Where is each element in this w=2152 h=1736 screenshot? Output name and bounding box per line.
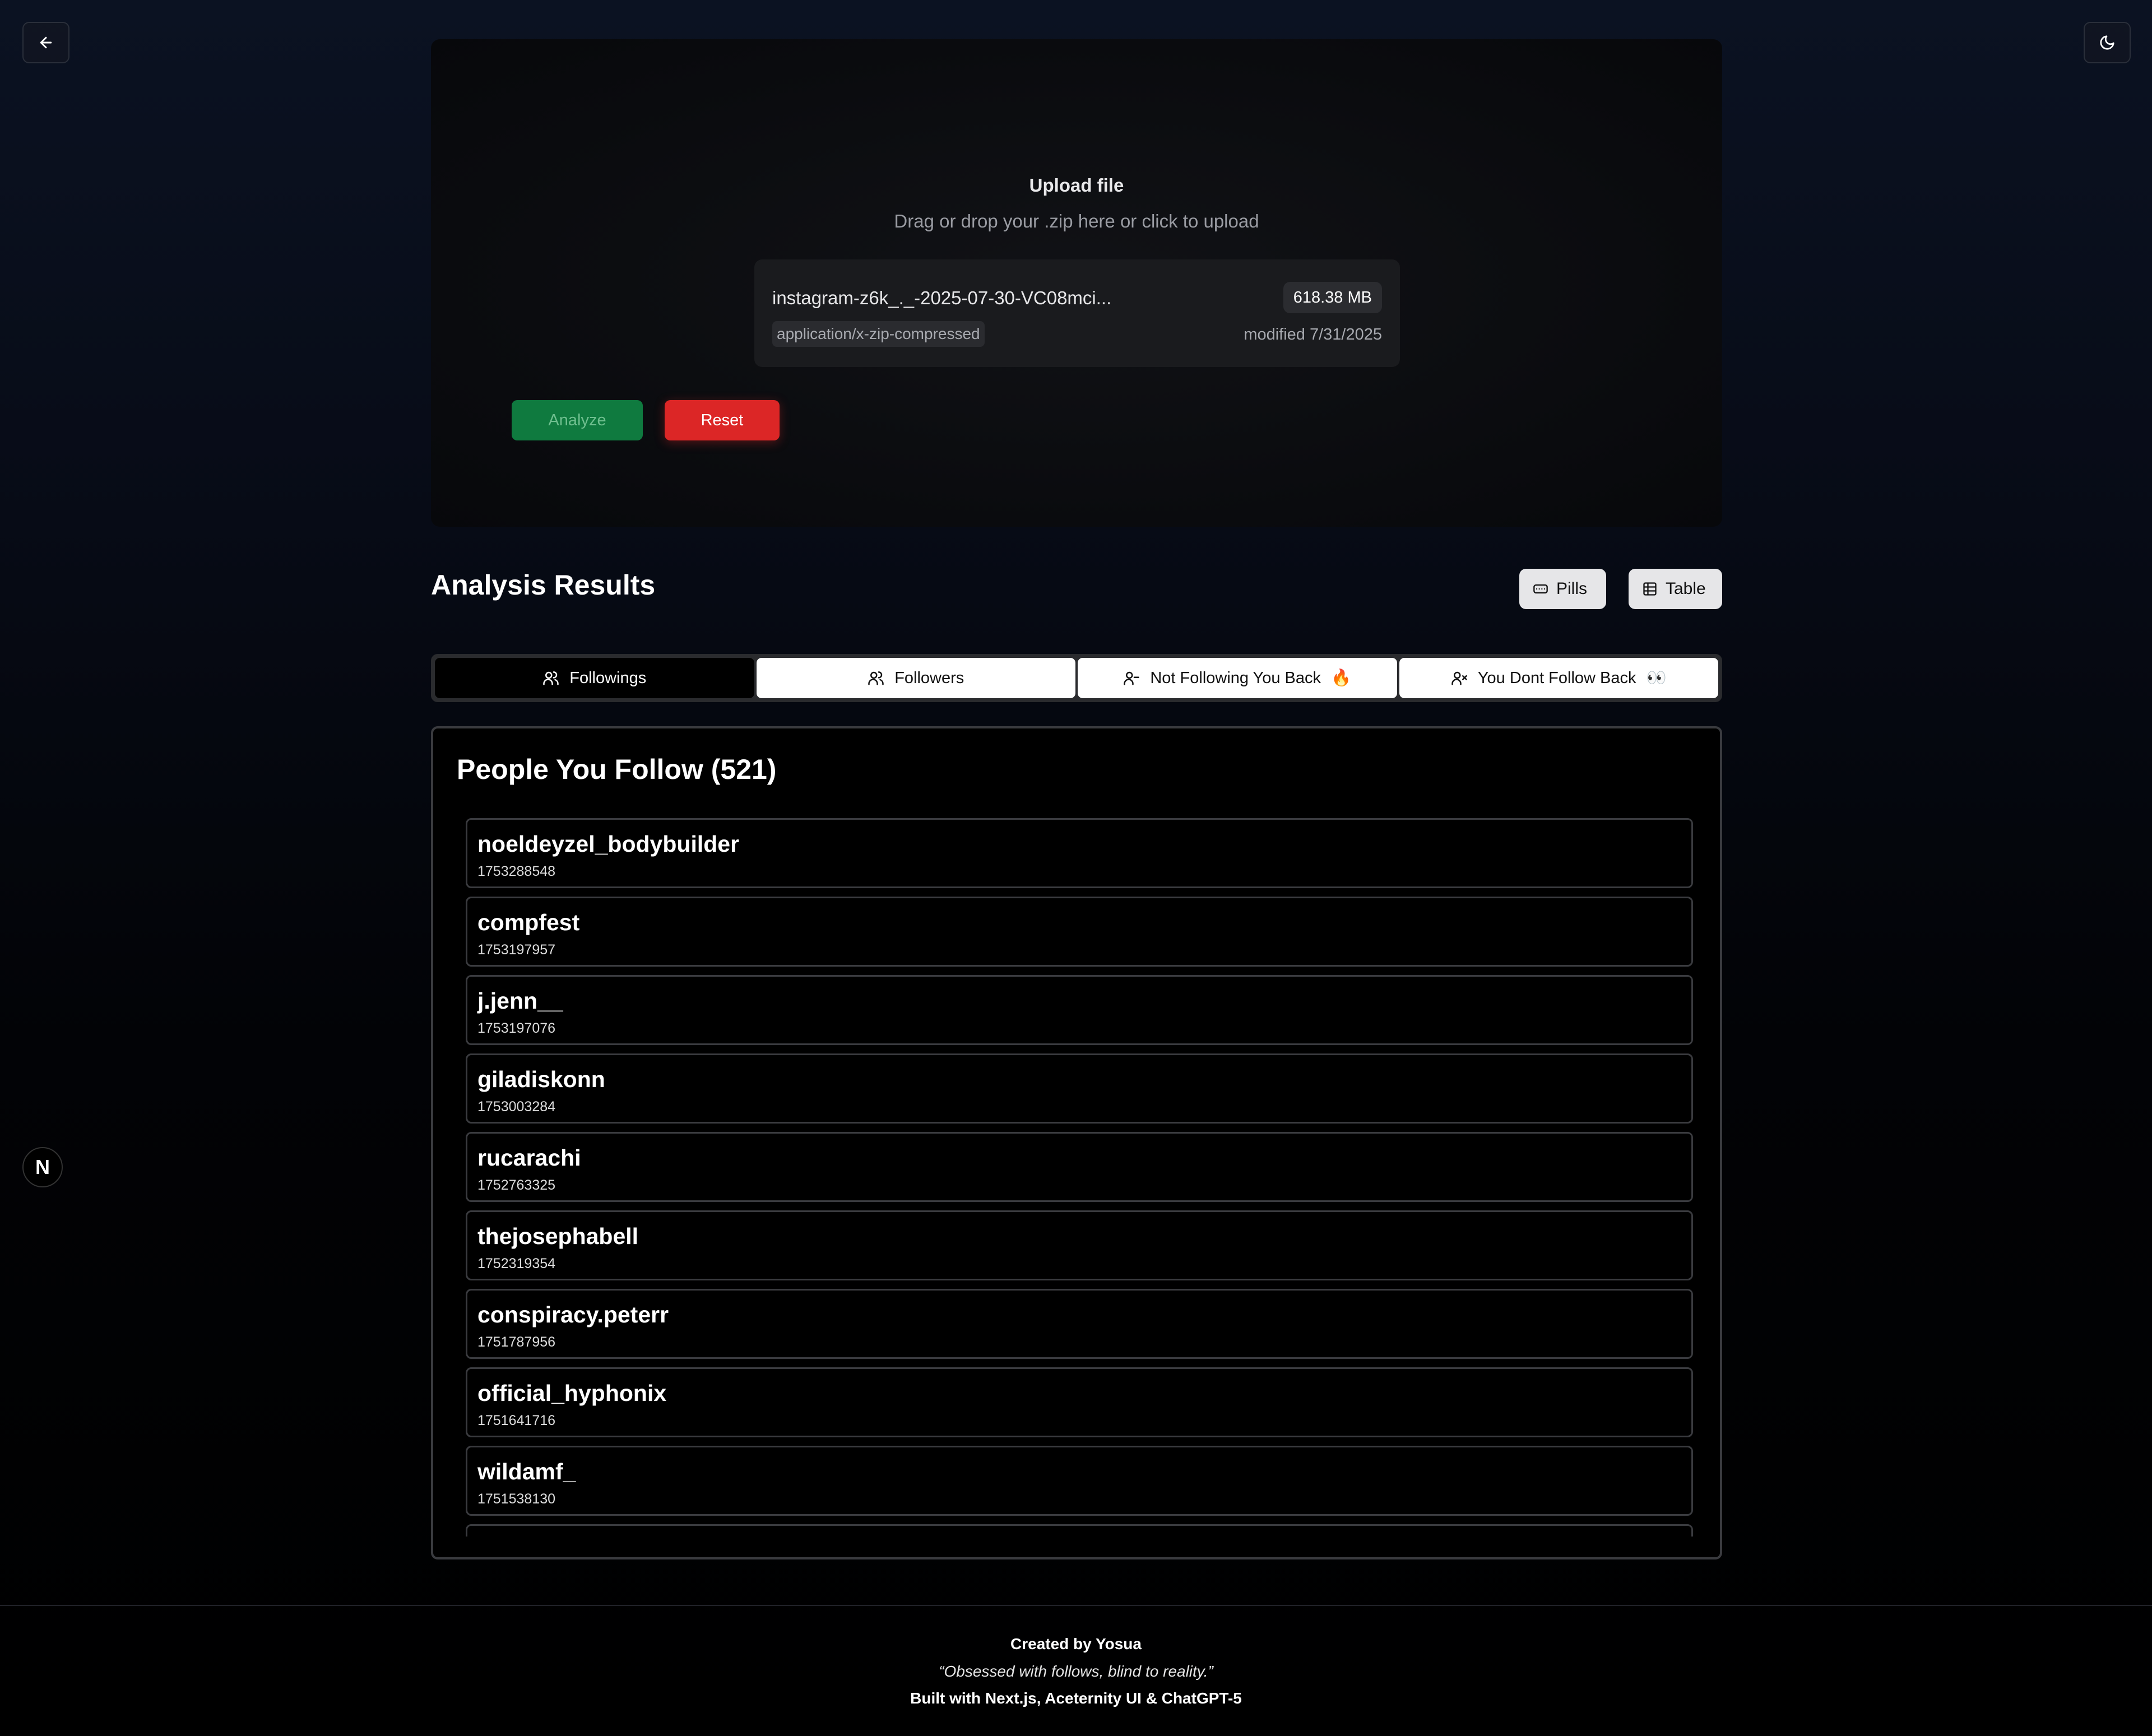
users-icon: [542, 670, 559, 686]
username: official_hyphonix: [477, 1380, 667, 1406]
timestamp: 1752763325: [477, 1177, 556, 1193]
tab-you-dont-follow-back[interactable]: You Dont Follow Back 👀: [1399, 658, 1718, 698]
username: thejosephabell: [477, 1223, 639, 1249]
timestamp: 1751641716: [477, 1413, 556, 1428]
nextjs-badge[interactable]: N: [22, 1147, 63, 1187]
analyze-button[interactable]: Analyze: [512, 400, 643, 440]
username: wildamf_: [477, 1459, 576, 1484]
tab-label: Followers: [894, 669, 964, 687]
table-view-button[interactable]: Table: [1629, 569, 1722, 609]
results-title: Analysis Results: [431, 569, 656, 601]
upload-subtitle: Drag or drop your .zip here or click to …: [894, 211, 1259, 231]
list-item[interactable]: rucarachi 1752763325: [466, 1132, 1693, 1202]
arrow-left-icon: [38, 34, 54, 51]
tab-label: Followings: [569, 669, 647, 687]
users-icon: [868, 670, 884, 686]
footer-credit: Created by Yosua: [1010, 1635, 1142, 1653]
timestamp: 1753288548: [477, 864, 556, 879]
upload-title: Upload file: [1029, 175, 1124, 196]
list-item[interactable]: compfest 1753197957: [466, 897, 1693, 967]
table-icon: [1642, 581, 1658, 597]
tab-label: You Dont Follow Back: [1477, 669, 1636, 687]
list-item[interactable]: j.jenn__ 1753197076: [466, 975, 1693, 1045]
tab-followers[interactable]: Followers: [756, 658, 1075, 698]
username: giladiskonn: [477, 1066, 605, 1092]
list-item[interactable]: thejosephabell 1752319354: [466, 1210, 1693, 1280]
following-panel: People You Follow (521) noeldeyzel_bodyb…: [431, 726, 1722, 1559]
list-item[interactable]: [466, 1524, 1693, 1537]
username: j.jenn__: [477, 988, 563, 1014]
fire-emoji: 🔥: [1331, 669, 1352, 687]
footer-built-with: Built with Next.js, Aceternity UI & Chat…: [910, 1689, 1242, 1707]
results-tabs: Followings Followers Not Following You B…: [431, 654, 1722, 702]
list-item[interactable]: official_hyphonix 1751641716: [466, 1367, 1693, 1437]
username: conspiracy.peterr: [477, 1302, 669, 1327]
username: rucarachi: [477, 1145, 581, 1171]
reset-button[interactable]: Reset: [665, 400, 780, 440]
pills-label: Pills: [1556, 579, 1588, 598]
eyes-emoji: 👀: [1646, 669, 1667, 687]
user-x-icon: [1451, 670, 1468, 686]
timestamp: 1752319354: [477, 1256, 556, 1271]
list-item[interactable]: wildamf_ 1751538130: [466, 1446, 1693, 1516]
tab-followings[interactable]: Followings: [435, 658, 754, 698]
timestamp: 1751538130: [477, 1491, 556, 1507]
panel-title: People You Follow (521): [457, 754, 777, 785]
nextjs-logo-icon: N: [35, 1155, 50, 1178]
upload-dropzone[interactable]: Upload file Drag or drop your .zip here …: [431, 39, 1722, 527]
file-modified: modified 7/31/2025: [1244, 326, 1382, 344]
list-item[interactable]: noeldeyzel_bodybuilder 1753288548: [466, 818, 1693, 888]
tab-label: Not Following You Back: [1150, 669, 1321, 687]
timestamp: 1751787956: [477, 1334, 556, 1350]
file-card: instagram-z6k_._-2025-07-30-VC08mci... 6…: [754, 259, 1400, 367]
tab-not-following-you-back[interactable]: Not Following You Back 🔥: [1078, 658, 1397, 698]
footer-divider: [0, 1605, 2152, 1606]
username: noeldeyzel_bodybuilder: [477, 831, 740, 857]
file-size-badge: 618.38 MB: [1283, 282, 1382, 313]
back-button[interactable]: [22, 22, 69, 63]
timestamp: 1753197957: [477, 942, 556, 958]
pills-view-button[interactable]: Pills: [1519, 569, 1606, 609]
following-list[interactable]: noeldeyzel_bodybuilder 1753288548 compfe…: [466, 818, 1693, 1537]
username: compfest: [477, 909, 580, 935]
list-item[interactable]: conspiracy.peterr 1751787956: [466, 1289, 1693, 1359]
timestamp: 1753197076: [477, 1020, 556, 1036]
file-name: instagram-z6k_._-2025-07-30-VC08mci...: [772, 287, 1112, 308]
pill-icon: [1533, 581, 1548, 597]
footer-quote: “Obsessed with follows, blind to reality…: [939, 1663, 1213, 1680]
list-item[interactable]: giladiskonn 1753003284: [466, 1053, 1693, 1124]
moon-icon: [2099, 34, 2116, 51]
table-label: Table: [1666, 579, 1706, 598]
timestamp: 1753003284: [477, 1099, 556, 1115]
theme-toggle-button[interactable]: [2084, 22, 2131, 63]
file-type-badge: application/x-zip-compressed: [772, 321, 985, 347]
user-minus-icon: [1123, 670, 1140, 686]
